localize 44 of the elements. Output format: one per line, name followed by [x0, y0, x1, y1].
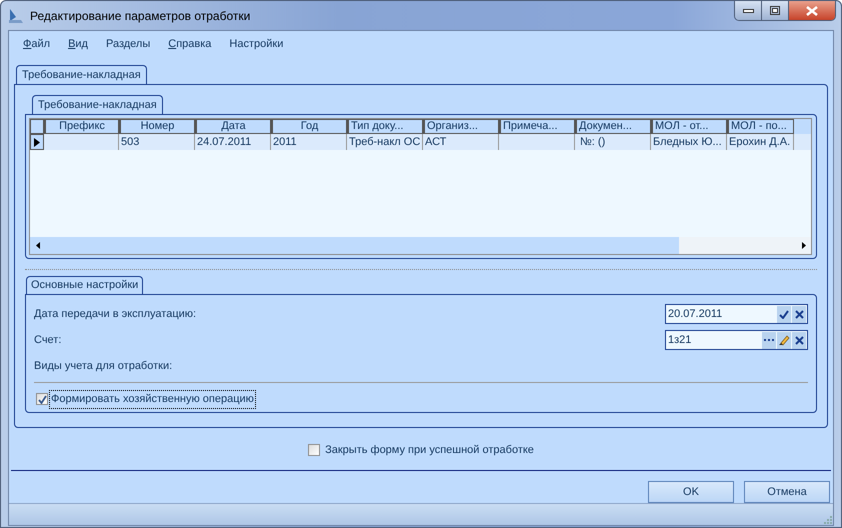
tab[interactable]: Требование-накладная: [16, 65, 147, 84]
menu-item[interactable]: Справка: [160, 34, 220, 54]
group-title: Основные настройки: [26, 276, 144, 294]
table-cell: Ерохин Д.А.: [727, 134, 794, 150]
field-label: Дата передачи в эксплуатацию:: [34, 306, 196, 322]
maximize-icon: [770, 6, 780, 15]
window-title: Редактирование параметров отработки: [30, 8, 250, 24]
field-label: Счет:: [34, 332, 62, 348]
checkbox-label[interactable]: Закрыть форму при успешной отработке: [325, 442, 534, 458]
clear-icon[interactable]: [792, 332, 806, 348]
menu-item[interactable]: Разделы: [98, 34, 158, 54]
checkbox-label[interactable]: Формировать хозяйственную операцию: [50, 391, 255, 408]
menu-item[interactable]: Вид: [60, 34, 96, 54]
minimize-icon: [742, 8, 754, 14]
checkbox[interactable]: [308, 444, 320, 456]
close-button[interactable]: [789, 1, 835, 20]
checkbox[interactable]: [36, 393, 48, 406]
tab[interactable]: Требование-накладная: [32, 95, 163, 114]
field-label: Виды учета для отработки:: [34, 358, 172, 374]
app-icon: [7, 6, 25, 24]
table-cell: 24.07.2011: [195, 134, 271, 150]
current-row-icon: [34, 138, 40, 146]
table-cell: 2011: [271, 134, 347, 150]
minimize-button[interactable]: [735, 1, 762, 20]
maximize-button[interactable]: [762, 1, 789, 20]
input-field[interactable]: 1з21: [665, 330, 808, 350]
input-field[interactable]: 20.07.2011: [665, 304, 808, 324]
table-cell: АСТ: [423, 134, 499, 150]
table-cell: №: (): [575, 134, 651, 150]
close-icon: [806, 6, 818, 16]
table-cell: Бледных Ю...: [651, 134, 727, 150]
menu-item[interactable]: Настройки: [221, 34, 292, 54]
dialog-button[interactable]: Отмена: [744, 481, 830, 503]
check-icon[interactable]: [777, 306, 791, 322]
menu-item[interactable]: Файл: [15, 34, 58, 54]
dialog-button[interactable]: OK: [648, 481, 734, 503]
table-cell: Треб-накл ОС: [347, 134, 423, 150]
resize-grip-icon[interactable]: [823, 515, 833, 525]
scroll-right-icon[interactable]: [801, 241, 807, 250]
pencil-icon[interactable]: [777, 332, 791, 348]
more-icon[interactable]: [762, 332, 776, 348]
table-cell: 503: [119, 134, 195, 150]
horizontal-scrollbar[interactable]: [30, 237, 811, 254]
clear-icon[interactable]: [792, 306, 806, 322]
